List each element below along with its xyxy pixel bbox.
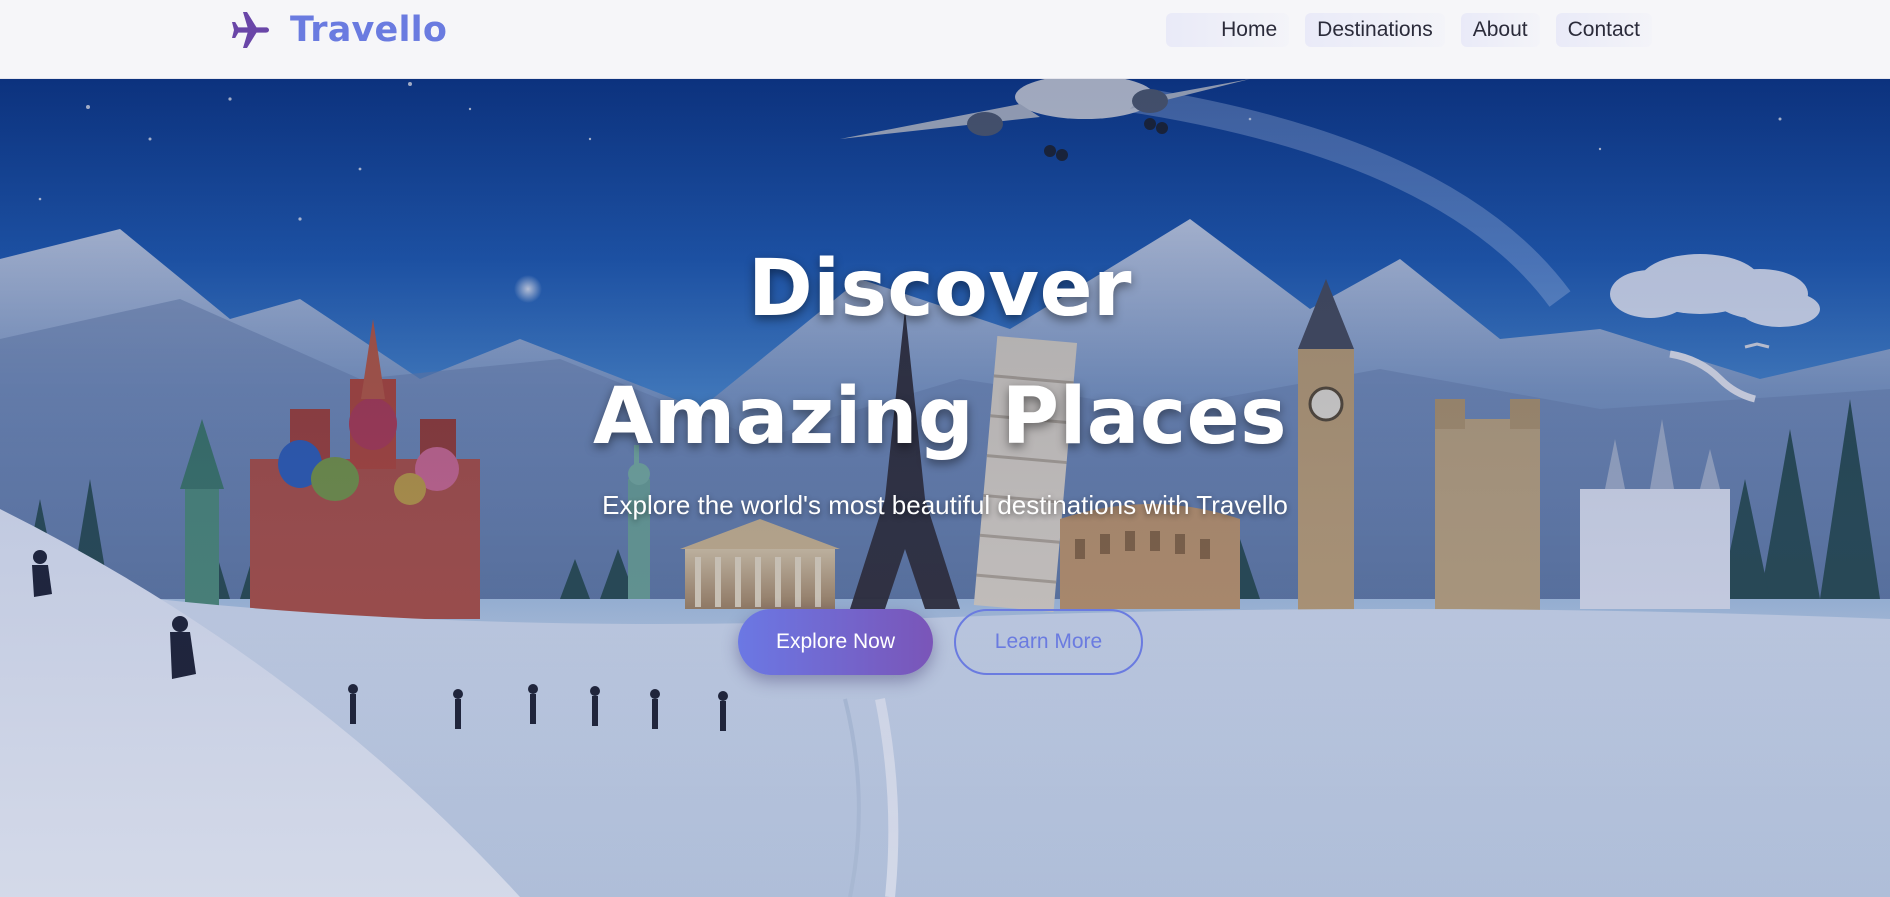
nav-link-about[interactable]: About	[1460, 13, 1540, 47]
nav-link-home[interactable]: Home	[1166, 13, 1290, 47]
logo-link[interactable]: Travello	[229, 8, 447, 52]
hero-section: Discover Amazing Places Explore the worl…	[0, 79, 1890, 897]
airplane-icon	[232, 12, 269, 48]
hero-title-line-2: Amazing Places	[592, 372, 1288, 462]
hero-title: Discover Amazing Places	[545, 225, 1335, 481]
nav-link-contact[interactable]: Contact	[1555, 13, 1652, 47]
brand-name: Travello	[290, 10, 448, 50]
learn-more-button[interactable]: Learn More	[954, 609, 1143, 675]
navbar: Travello Home Destinations About Contact	[0, 0, 1890, 79]
hero-content: Discover Amazing Places Explore the worl…	[0, 79, 1890, 897]
explore-now-button[interactable]: Explore Now	[738, 609, 933, 675]
hero-subtitle: Explore the world's most beautiful desti…	[602, 490, 1288, 520]
nav-link-destinations[interactable]: Destinations	[1305, 13, 1445, 47]
hero-title-line-1: Discover	[748, 244, 1132, 334]
main-nav: Home Destinations About Contact	[1166, 12, 1652, 48]
